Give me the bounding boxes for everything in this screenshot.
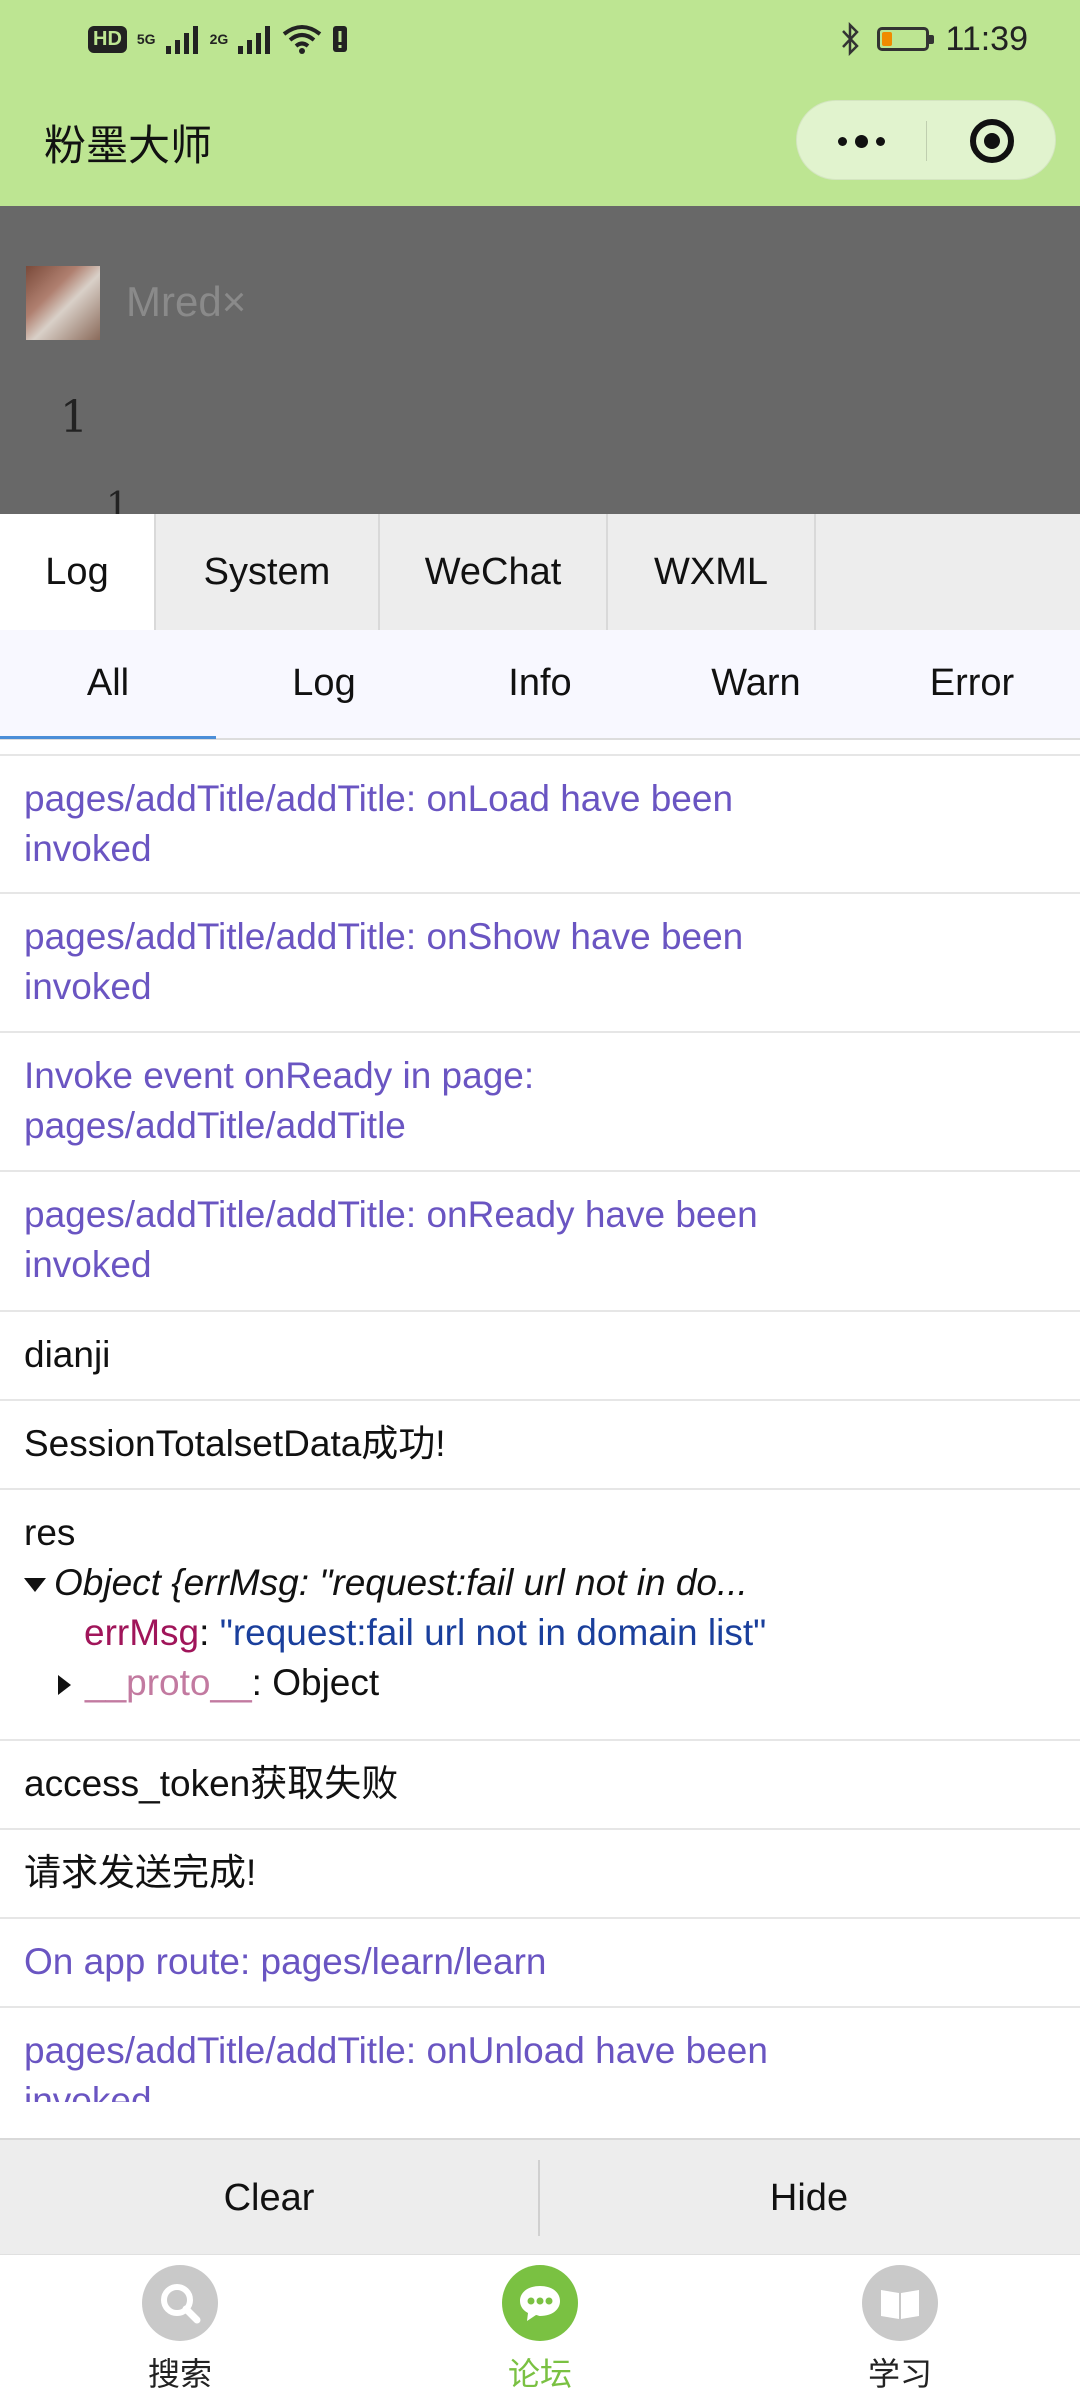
network-label-5g: 5G — [136, 31, 156, 47]
alert-icon — [333, 26, 348, 52]
object-summary[interactable]: Object {errMsg: "request:fail url not in… — [24, 1558, 748, 1608]
log-text: On app route: pages/learn/learn — [24, 1941, 547, 1982]
vconsole-panel: Log System WeChat WXML All Log Info Warn… — [0, 514, 1080, 2256]
wifi-icon — [283, 25, 322, 54]
clock: 11:39 — [945, 19, 1028, 58]
log-entry: 请求发送完成! — [0, 1830, 1080, 1919]
avatar — [26, 266, 100, 340]
log-entry: pages/addTitle/addTitle: onShow have bee… — [0, 894, 1080, 1033]
console-tabs: Log System WeChat WXML — [0, 514, 1080, 631]
battery-icon — [877, 27, 935, 51]
tab-log[interactable]: Log — [0, 514, 156, 630]
chat-bubble-icon — [502, 2265, 578, 2341]
property-separator: : — [199, 1612, 220, 1653]
collapse-triangle-icon — [24, 1578, 46, 1593]
signal-icon — [165, 26, 198, 54]
tabbar-label: 搜索 — [147, 2356, 212, 2392]
log-entry: SessionTotalsetData成功! — [0, 1401, 1080, 1490]
status-bar: HD 5G 2G 11:39 — [0, 0, 1080, 78]
log-text: SessionTotalsetData成功! — [24, 1423, 446, 1464]
search-icon — [142, 2265, 218, 2341]
target-close-icon — [970, 119, 1014, 163]
filter-all[interactable]: All — [0, 630, 216, 739]
filter-info[interactable]: Info — [432, 630, 648, 736]
selected-tag: Mred× — [126, 278, 247, 325]
hd-badge: HD — [88, 25, 127, 53]
console-footer: Clear Hide — [0, 2138, 1080, 2256]
expand-triangle-icon — [58, 1675, 71, 1696]
log-text: pages/addTitle/addTitle: onShow have bee… — [24, 916, 744, 1007]
filter-warn[interactable]: Warn — [648, 630, 864, 736]
page-title: 粉墨大师 — [44, 122, 213, 169]
log-text: Invoke event onReady in page: pages/addT… — [24, 1055, 535, 1146]
log-entry: pages/addTitle/addTitle: onUnload have b… — [0, 2008, 1080, 2102]
log-entry: access_token获取失败 — [0, 1741, 1080, 1830]
log-entry: On app route: pages/learn/learn — [0, 1919, 1080, 2008]
background-text: 1 — [60, 392, 88, 443]
hide-button[interactable]: Hide — [540, 2140, 1078, 2256]
more-dots-icon — [876, 136, 885, 146]
filter-log[interactable]: Log — [216, 630, 432, 736]
log-entry: pages/addTitle/addTitle: onLoad have bee… — [0, 756, 1080, 894]
tab-wxml[interactable]: WXML — [608, 514, 816, 630]
log-list[interactable]: pages/addTitle/addTitle: onLoad have bee… — [0, 738, 1080, 2102]
tab-system[interactable]: System — [156, 514, 380, 630]
log-filter-bar: All Log Info Warn Error — [0, 630, 1080, 740]
book-icon — [862, 2265, 938, 2341]
log-text: pages/addTitle/addTitle: onUnload have b… — [24, 2030, 768, 2102]
more-button[interactable] — [797, 101, 926, 181]
tabbar-label: 学习 — [867, 2356, 932, 2392]
object-proto[interactable]: __proto__: Object — [58, 1658, 379, 1708]
more-dots-icon — [855, 134, 868, 148]
tabbar-item-learn[interactable]: 学习 — [790, 2265, 1010, 2395]
bluetooth-icon — [842, 22, 860, 56]
tabbar-label: 论坛 — [507, 2356, 572, 2392]
background-text: 1 — [106, 486, 129, 514]
log-text: pages/addTitle/addTitle: onLoad have bee… — [24, 778, 734, 869]
navigation-bar: 粉墨大师 — [0, 78, 1080, 206]
property-key: errMsg — [84, 1612, 200, 1653]
log-text: pages/addTitle/addTitle: onReady have be… — [24, 1194, 758, 1285]
tabbar-item-forum[interactable]: 论坛 — [430, 2265, 650, 2395]
background-page-overlay[interactable]: Mred× 1 1 — [0, 206, 1080, 514]
tabbar-item-search[interactable]: 搜索 — [70, 2265, 290, 2395]
close-miniprogram-button[interactable] — [927, 101, 1057, 181]
log-entry-object: res Object {errMsg: "request:fail url no… — [0, 1490, 1080, 1741]
clear-button[interactable]: Clear — [0, 2140, 538, 2256]
log-entry: Invoke event onReady in page: pages/addT… — [0, 1033, 1080, 1172]
filter-error[interactable]: Error — [864, 630, 1080, 736]
log-entry-partial — [0, 738, 1080, 756]
log-text: access_token获取失败 — [24, 1763, 399, 1804]
proto-key: __proto__ — [85, 1662, 252, 1703]
menu-capsule — [796, 100, 1056, 180]
more-dots-icon — [838, 136, 847, 146]
object-property: errMsg: "request:fail url not in domain … — [84, 1608, 766, 1658]
log-entry: dianji — [0, 1312, 1080, 1401]
proto-value: : Object — [251, 1662, 380, 1703]
log-entry: pages/addTitle/addTitle: onReady have be… — [0, 1172, 1080, 1312]
log-text: 请求发送完成! — [24, 1852, 257, 1893]
signal-icon — [238, 26, 271, 54]
tab-wechat[interactable]: WeChat — [380, 514, 608, 630]
bottom-tab-bar: 搜索 论坛 学习 — [0, 2254, 1080, 2401]
log-text: dianji — [24, 1334, 111, 1375]
object-summary-text: Object {errMsg: "request:fail url not in… — [54, 1562, 748, 1603]
network-label-2g: 2G — [209, 31, 229, 47]
property-value: "request:fail url not in domain list" — [219, 1612, 767, 1653]
log-text: res — [24, 1512, 76, 1553]
